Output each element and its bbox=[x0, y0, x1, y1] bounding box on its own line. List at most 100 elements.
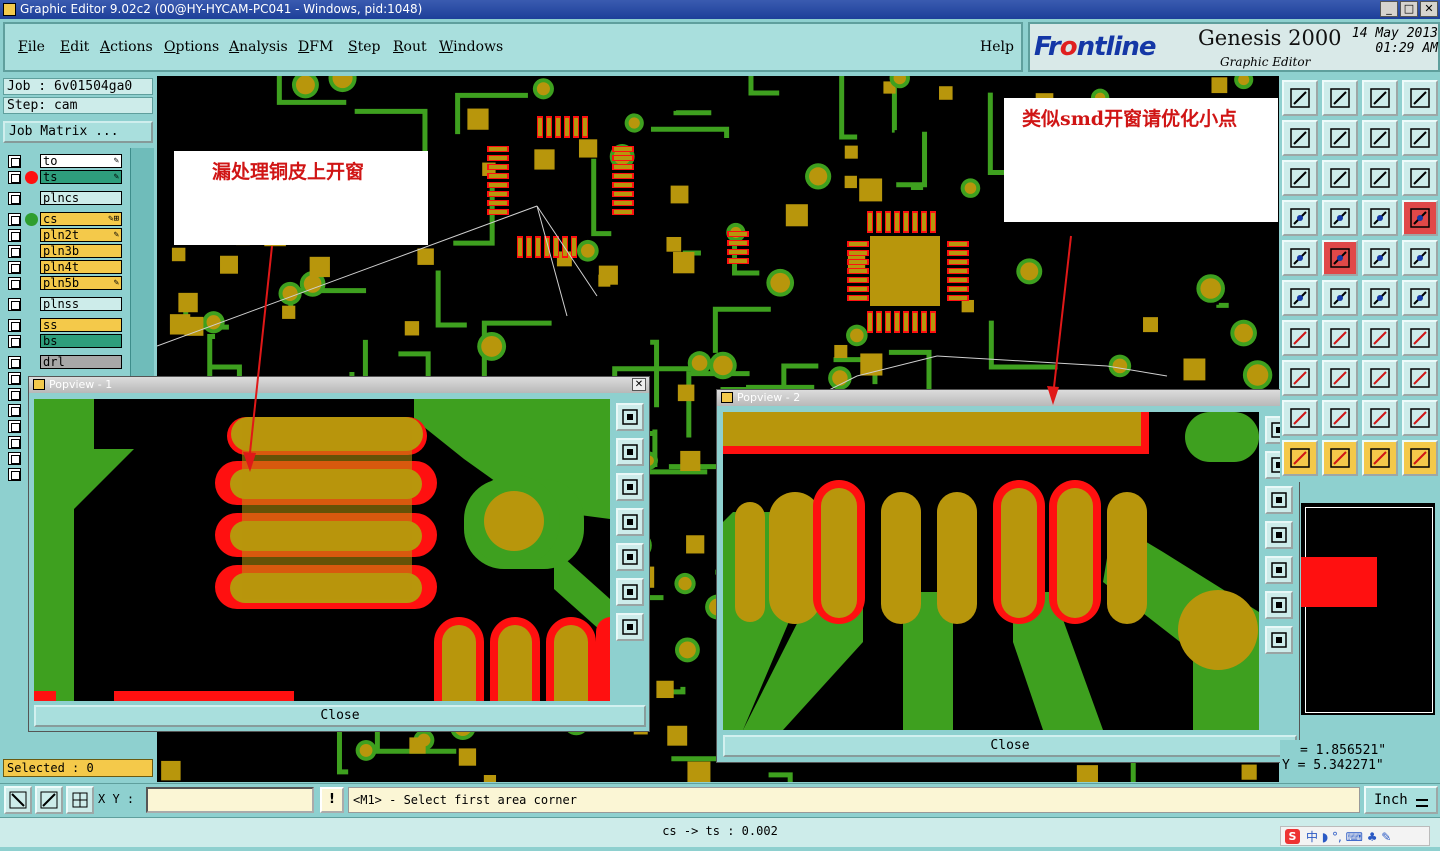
tool-minus-line[interactable] bbox=[1322, 360, 1358, 396]
measure-button[interactable] bbox=[35, 786, 63, 814]
popview-2-tool-center[interactable] bbox=[1265, 626, 1293, 654]
layer-checkbox[interactable] bbox=[8, 388, 21, 401]
popview-1[interactable]: Popview - 1 ✕ Close bbox=[28, 376, 650, 732]
layer-row-pln5b[interactable]: pln5b ✎ bbox=[4, 276, 154, 291]
window-titlebar[interactable]: Graphic Editor 9.02c2 (00@HY-HYCAM-PC041… bbox=[0, 0, 1440, 19]
popview-2-tool-zoom-out[interactable] bbox=[1265, 486, 1293, 514]
layer-checkbox[interactable] bbox=[8, 420, 21, 433]
tool-polygon-dim[interactable] bbox=[1402, 400, 1438, 436]
layer-name[interactable]: pln2t ✎ bbox=[40, 228, 122, 242]
layer-checkbox[interactable] bbox=[8, 229, 21, 242]
layer-row-plnss[interactable]: plnss bbox=[4, 297, 154, 312]
layer-name[interactable]: pln3b bbox=[40, 244, 122, 258]
popview-2-canvas[interactable] bbox=[723, 412, 1259, 730]
layer-name[interactable]: ts ✎ bbox=[40, 170, 122, 184]
popview-2-tool-pan-left[interactable] bbox=[1265, 521, 1293, 549]
popview-1-tool-zoom-out[interactable] bbox=[616, 473, 644, 501]
tool-polygon-fill[interactable] bbox=[1322, 400, 1358, 436]
popview-1-tool-zoom-home[interactable] bbox=[616, 578, 644, 606]
popview-1-tool-pan-left[interactable] bbox=[616, 508, 644, 536]
tool-home[interactable] bbox=[1362, 80, 1398, 116]
popview-1-titlebar[interactable]: Popview - 1 ✕ bbox=[29, 377, 649, 393]
close-window-button[interactable]: ✕ bbox=[1420, 1, 1438, 17]
layer-name[interactable]: drl bbox=[40, 355, 122, 369]
tool-layer-stack-alt[interactable] bbox=[1402, 200, 1438, 236]
tool-move-up[interactable] bbox=[1282, 80, 1318, 116]
layer-name[interactable]: pln4t bbox=[40, 260, 122, 274]
tool-move-right[interactable] bbox=[1322, 120, 1358, 156]
menu-edit[interactable]: Edit bbox=[60, 39, 89, 55]
layer-row-cs[interactable]: cs ✎⊞ bbox=[4, 212, 154, 227]
tool-polygon-cut[interactable] bbox=[1362, 400, 1398, 436]
layer-row-drl[interactable]: drl bbox=[4, 355, 154, 370]
menu-step[interactable]: Step bbox=[348, 39, 380, 55]
popview-2-titlebar[interactable]: Popview - 2 ✕ bbox=[717, 390, 1299, 406]
tool-select-cursor[interactable] bbox=[1362, 440, 1398, 476]
popview-1-tool-pan-right[interactable] bbox=[616, 543, 644, 571]
layer-checkbox[interactable] bbox=[8, 404, 21, 417]
tool-flip[interactable] bbox=[1402, 120, 1438, 156]
popview-2-tool-zoom-home[interactable] bbox=[1265, 591, 1293, 619]
layer-name[interactable]: plnss bbox=[40, 297, 122, 311]
popview-2-close-button[interactable]: Close bbox=[723, 735, 1297, 757]
tool-add-arc[interactable] bbox=[1362, 280, 1398, 316]
tool-select-pad[interactable] bbox=[1282, 360, 1318, 396]
tool-ruler[interactable] bbox=[1362, 240, 1398, 276]
layer-row-plncs[interactable]: plncs bbox=[4, 191, 154, 206]
menu-help[interactable]: Help bbox=[980, 39, 1014, 55]
tool-swap[interactable] bbox=[1362, 120, 1398, 156]
layer-checkbox[interactable] bbox=[8, 171, 21, 184]
popview-1-canvas[interactable] bbox=[34, 399, 610, 701]
layer-row-pln3b[interactable]: pln3b bbox=[4, 244, 154, 259]
layer-checkbox[interactable] bbox=[8, 335, 21, 348]
tool-copy-blocks[interactable] bbox=[1402, 360, 1438, 396]
minimize-button[interactable]: _ bbox=[1380, 1, 1398, 17]
layer-row-pln2t[interactable]: pln2t ✎ bbox=[4, 228, 154, 243]
layer-row-bs[interactable]: bs bbox=[4, 334, 154, 349]
overview-map[interactable] bbox=[1300, 502, 1436, 716]
layer-name[interactable]: ss bbox=[40, 318, 122, 332]
menu-actions[interactable]: Actions bbox=[100, 39, 153, 55]
tool-snap-select[interactable] bbox=[1282, 440, 1318, 476]
tool-add-cross[interactable] bbox=[1402, 280, 1438, 316]
menu-analysis[interactable]: Analysis bbox=[229, 39, 288, 55]
menu-rout[interactable]: Rout bbox=[393, 39, 427, 55]
menu-file[interactable]: File bbox=[18, 39, 45, 55]
popview-2-tool-pan-right[interactable] bbox=[1265, 556, 1293, 584]
tool-layer-stack[interactable] bbox=[1362, 200, 1398, 236]
layer-name[interactable]: plncs bbox=[40, 191, 122, 205]
xy-input[interactable] bbox=[146, 787, 314, 813]
tool-add-pad[interactable] bbox=[1282, 240, 1318, 276]
tool-center-view[interactable] bbox=[1322, 160, 1358, 196]
tool-move-left[interactable] bbox=[1282, 120, 1318, 156]
layer-checkbox[interactable] bbox=[8, 372, 21, 385]
tool-fit-screen[interactable] bbox=[1282, 160, 1318, 196]
layer-checkbox[interactable] bbox=[8, 277, 21, 290]
tool-mirror-text[interactable] bbox=[1402, 320, 1438, 356]
popview-1-close-icon[interactable]: ✕ bbox=[632, 378, 646, 391]
tool-net-connect[interactable] bbox=[1282, 280, 1318, 316]
tool-pen-tool[interactable] bbox=[1282, 200, 1318, 236]
tool-help-query[interactable] bbox=[1402, 160, 1438, 196]
tool-scale-1-2[interactable] bbox=[1362, 160, 1398, 196]
alert-button[interactable]: ! bbox=[320, 787, 344, 813]
tool-grid-toggle[interactable] bbox=[1322, 200, 1358, 236]
layer-checkbox[interactable] bbox=[8, 468, 21, 481]
layer-checkbox[interactable] bbox=[8, 319, 21, 332]
tool-split-view[interactable] bbox=[1402, 80, 1438, 116]
menu-dfm[interactable]: DFM bbox=[298, 39, 333, 55]
tool-snap-cursor[interactable] bbox=[1322, 440, 1358, 476]
maximize-button[interactable]: □ bbox=[1400, 1, 1418, 17]
layer-checkbox[interactable] bbox=[8, 261, 21, 274]
layer-checkbox[interactable] bbox=[8, 356, 21, 369]
tool-cross-select[interactable] bbox=[1322, 280, 1358, 316]
tool-polygon-outline[interactable] bbox=[1282, 400, 1318, 436]
popview-2[interactable]: Popview - 2 ✕ Close bbox=[716, 389, 1300, 763]
tool-rotate-arc[interactable] bbox=[1362, 320, 1398, 356]
tool-align-center[interactable] bbox=[1362, 360, 1398, 396]
layer-name[interactable]: to ✎ bbox=[40, 154, 122, 168]
popview-1-tool-zoom-in[interactable] bbox=[616, 438, 644, 466]
layer-row-ss[interactable]: ss bbox=[4, 318, 154, 333]
tool-angle-line[interactable] bbox=[1282, 320, 1318, 356]
layer-row-ts[interactable]: ts ✎ bbox=[4, 170, 154, 185]
